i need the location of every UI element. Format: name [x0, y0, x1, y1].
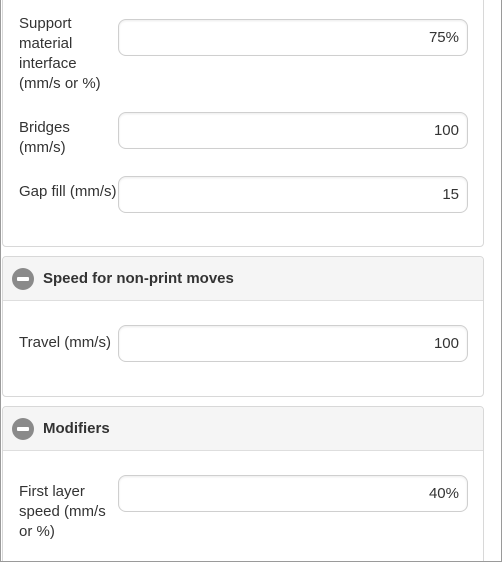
support-interface-label: Support material interface (mm/s or %)	[19, 15, 101, 92]
support-interface-input[interactable]: 75%	[118, 19, 468, 56]
first-layer-speed-label: First layer speed (mm/s or %)	[19, 483, 106, 540]
non-print-moves-panel: Speed for non-print moves Travel (mm/s) …	[2, 256, 484, 397]
settings-frame: Support material interface (mm/s or %) 7…	[0, 0, 502, 562]
bridges-input[interactable]: 100	[118, 112, 468, 149]
collapse-minus-icon[interactable]	[12, 417, 34, 440]
speed-settings-panel: Support material interface (mm/s or %) 7…	[2, 0, 484, 247]
non-print-moves-header[interactable]: Speed for non-print moves	[3, 257, 483, 301]
travel-label: Travel (mm/s)	[19, 334, 111, 351]
collapse-minus-icon[interactable]	[12, 267, 34, 290]
modifiers-title: Modifiers	[43, 420, 110, 437]
bridges-label: Bridges (mm/s)	[19, 119, 70, 156]
gap-fill-label: Gap fill (mm/s)	[19, 183, 117, 200]
modifiers-panel: Modifiers First layer speed (mm/s or %) …	[2, 406, 484, 561]
modifiers-header[interactable]: Modifiers	[3, 407, 483, 451]
travel-input[interactable]: 100	[118, 325, 468, 362]
gap-fill-input[interactable]: 15	[118, 176, 468, 213]
first-layer-speed-input[interactable]: 40%	[118, 475, 468, 512]
scrollbar-track[interactable]	[484, 0, 500, 561]
non-print-moves-title: Speed for non-print moves	[43, 270, 234, 287]
